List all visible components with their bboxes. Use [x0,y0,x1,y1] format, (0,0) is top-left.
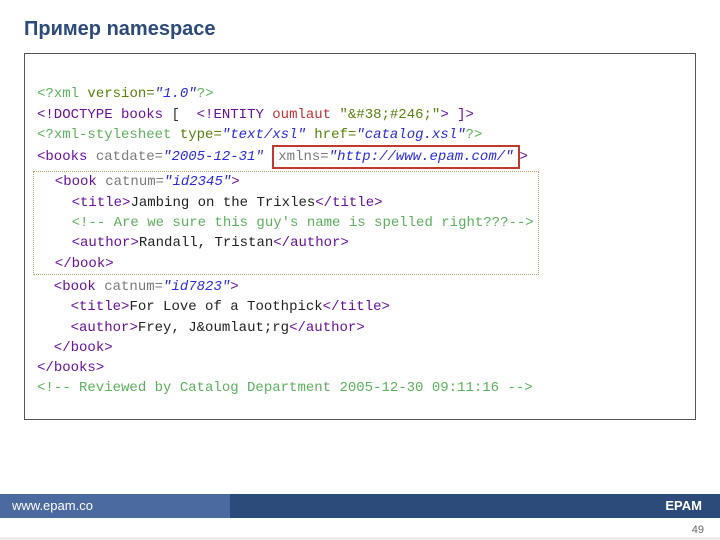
line-4: <books catdate="2005-12-31" xmlns="http:… [37,149,528,165]
line-15: <!-- Reviewed by Catalog Department 2005… [37,380,533,396]
line-9: </book> [38,256,114,272]
line-1: <?xml version="1.0"?> [37,86,213,102]
line-14: </books> [37,360,104,376]
line-12: <author>Frey, J&oumlaut;rg</author> [37,320,365,336]
line-10: <book catnum="id7823"> [37,279,239,295]
line-5: <book catnum="id2345"> [38,174,240,190]
footer-brand: EPAM [230,494,720,518]
line-3: <?xml-stylesheet type="text/xsl" href="c… [37,127,482,143]
namespace-highlight: xmlns="http://www.epam.com/" [272,145,519,169]
footer-url: www.epam.co [0,494,230,518]
slide-title: Пример namespace [0,0,720,53]
page-number: 49 [692,524,704,536]
line-2: <!DOCTYPE books [ <!ENTITY oumlaut "&#38… [37,107,474,123]
line-6: <title>Jambing on the Trixles</title> [38,195,383,211]
dotted-highlight-first-book: <book catnum="id2345"> <title>Jambing on… [33,171,539,274]
footer-bar: www.epam.co EPAM [0,494,720,518]
line-13: </book> [37,340,113,356]
line-7: <!-- Are we sure this guy's name is spel… [38,215,534,231]
line-8: <author>Randall, Tristan</author> [38,235,349,251]
line-11: <title>For Love of a Toothpick</title> [37,299,390,315]
xml-code-block: <?xml version="1.0"?> <!DOCTYPE books [ … [24,53,696,420]
